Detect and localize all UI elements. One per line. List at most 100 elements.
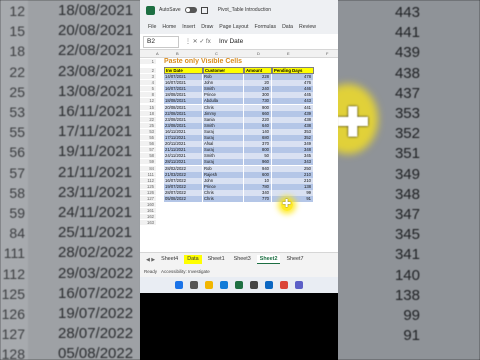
bg-row-date: 25/11/2021 <box>58 224 132 242</box>
excel-icon[interactable] <box>235 281 243 289</box>
row-number[interactable]: 22 <box>140 116 156 122</box>
row-number[interactable]: 59 <box>140 159 156 165</box>
column-header-b[interactable]: B <box>176 51 179 56</box>
row-number[interactable]: 84 <box>140 165 156 171</box>
tab-nav-arrows[interactable]: ◀ ▶ <box>146 257 155 263</box>
bg-pending-value: 352 <box>394 125 420 143</box>
bg-pending-value: 443 <box>394 4 420 21</box>
header-customer[interactable]: Customer <box>203 67 244 74</box>
bg-row: 22 23/08/2021 <box>0 61 140 83</box>
sheet-tab-data[interactable]: Data <box>184 255 202 264</box>
status-accessibility[interactable]: Accessibility: Investigate <box>161 269 210 274</box>
search-icon[interactable] <box>190 281 198 289</box>
formula-bar: B2 ⋮ ✕ ✓ fx Inv Date <box>140 34 338 50</box>
row-number[interactable]: 162 <box>140 214 156 220</box>
ribbon-tabs: File Home Insert Draw Page Layout Formulas Dat… <box>140 20 338 34</box>
header-amount[interactable]: Amount <box>244 67 272 74</box>
save-icon[interactable] <box>200 6 208 14</box>
cell-pending-days[interactable]: 91 <box>272 196 314 203</box>
bg-row: 57 21/11/2021 <box>0 162 140 184</box>
row-number[interactable]: 8 <box>140 92 156 98</box>
row-number[interactable]: 53 <box>140 128 156 134</box>
bg-row: 112 29/03/2022 <box>0 263 140 285</box>
row-number[interactable]: 2 <box>140 68 156 73</box>
bg-row-number: 127 <box>1 326 25 343</box>
bg-pending-value: 437 <box>394 84 420 102</box>
bg-row: 58 23/11/2021 <box>0 182 140 204</box>
column-header-e[interactable]: E <box>287 51 290 56</box>
photos-icon[interactable] <box>265 281 273 289</box>
store-icon[interactable] <box>250 281 258 289</box>
formula-value[interactable]: Inv Date <box>219 38 243 45</box>
row-number[interactable]: 160 <box>140 202 156 208</box>
teams-icon[interactable] <box>295 281 303 289</box>
row-number[interactable]: 57 <box>140 147 156 153</box>
header-pending-days[interactable]: Pending Days <box>272 67 314 74</box>
row-number[interactable]: 111 <box>140 171 156 177</box>
ribbon-tab-home[interactable]: Home <box>162 24 176 30</box>
name-box[interactable]: B2 <box>143 35 179 48</box>
sheet-tabs: ◀ ▶ Sheet4 Data Sheet1 Sheet3 Sheet2 Sheet7 <box>140 252 338 266</box>
autosave-toggle[interactable] <box>184 7 197 13</box>
bg-right-row: 439 <box>338 42 480 64</box>
bg-right-row: 345 <box>338 224 480 246</box>
chrome-icon[interactable] <box>280 281 288 289</box>
column-header-f[interactable]: F <box>326 51 328 56</box>
ribbon-tab-insert[interactable]: Insert <box>182 24 195 30</box>
bg-row-date: 19/11/2021 <box>58 143 132 161</box>
ribbon-tab-file[interactable]: File <box>148 24 156 30</box>
row-number[interactable]: 12 <box>140 98 156 104</box>
sheet-tab-sheet7[interactable]: Sheet7 <box>283 255 306 264</box>
ribbon-tab-draw[interactable]: Draw <box>201 24 213 30</box>
sheet-tab-sheet3[interactable]: Sheet3 <box>231 255 254 264</box>
row-number[interactable]: 15 <box>140 104 156 110</box>
bg-right-row: 99 <box>338 305 480 327</box>
row-number[interactable]: 125 <box>140 183 156 189</box>
sheet-tab-sheet2[interactable]: Sheet2 <box>256 255 281 264</box>
row-number[interactable]: 5 <box>140 86 156 92</box>
cell-inv-date[interactable]: 05/08/2022 <box>164 196 203 203</box>
video-frame: AutoSave Pivot_Table Introduction File Ho… <box>140 0 338 360</box>
edge-icon[interactable] <box>220 281 228 289</box>
bg-pending-value: 441 <box>394 24 420 42</box>
document-name[interactable]: Pivot_Table Introduction <box>218 7 271 13</box>
formula-bar-icons[interactable]: ⋮ ✕ ✓ fx <box>185 38 215 45</box>
row-number[interactable]: 55 <box>140 135 156 140</box>
sheet-tab-sheet4[interactable]: Sheet4 <box>158 255 181 264</box>
row-number[interactable]: 3 <box>140 74 156 79</box>
cell-customer[interactable]: Chris <box>203 196 244 203</box>
row-number[interactable]: 56 <box>140 141 156 147</box>
header-inv-date[interactable]: Inv Date <box>164 67 203 74</box>
row-number[interactable]: 18 <box>140 110 156 116</box>
cell-amount[interactable]: 770 <box>244 196 272 203</box>
row-number[interactable]: 126 <box>140 189 156 195</box>
bg-row: 55 17/11/2021 <box>0 121 140 143</box>
row-number[interactable]: 112 <box>140 177 156 183</box>
column-header-d[interactable]: D <box>257 51 260 56</box>
row-number[interactable]: 1 <box>140 59 156 64</box>
bg-row-date: 29/03/2022 <box>58 264 134 282</box>
ribbon-tab-formulas[interactable]: Formulas <box>254 24 276 30</box>
ribbon-tab-data[interactable]: Data <box>282 24 293 30</box>
bg-row: 18 22/08/2021 <box>0 40 140 62</box>
row-number[interactable]: 58 <box>140 153 156 159</box>
bg-row: 59 24/11/2021 <box>0 202 140 224</box>
sheet-tab-sheet1[interactable]: Sheet1 <box>205 255 228 264</box>
column-header-c[interactable]: C <box>215 51 218 56</box>
row-number[interactable]: 25 <box>140 122 156 128</box>
row-number[interactable]: 161 <box>140 208 156 214</box>
bg-right-row: 349 <box>338 164 480 186</box>
row-number[interactable]: 163 <box>140 220 156 226</box>
column-header-a[interactable]: A <box>156 51 159 56</box>
row-number[interactable]: 127 <box>140 196 156 201</box>
bg-right-row: 347 <box>338 204 480 226</box>
ribbon-tab-page-layout[interactable]: Page Layout <box>219 24 248 30</box>
ribbon-tab-review[interactable]: Review <box>299 24 316 30</box>
sheet-title[interactable]: Paste only Visible Cells <box>164 58 264 67</box>
row-number[interactable]: 4 <box>140 80 156 86</box>
windows-icon[interactable] <box>175 281 183 289</box>
status-bar: Ready Accessibility: Investigate <box>140 266 338 277</box>
file-explorer-icon[interactable] <box>205 281 213 289</box>
bg-pending-value: 345 <box>394 226 420 244</box>
bg-cursor-icon: ✚ <box>336 101 370 145</box>
